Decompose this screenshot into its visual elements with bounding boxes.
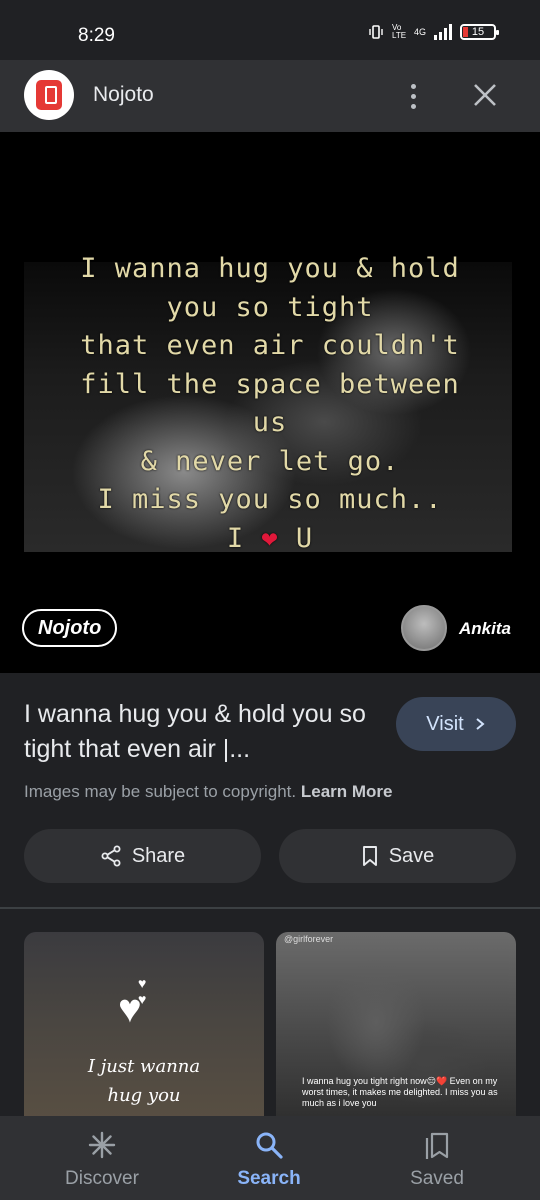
share-icon xyxy=(101,845,121,867)
nav-search-label: Search xyxy=(237,1168,301,1189)
battery-icon: 15 xyxy=(460,24,499,40)
share-button[interactable]: Share xyxy=(24,829,261,883)
nav-search[interactable]: Search xyxy=(204,1128,334,1190)
quote-line: that even air couldn't xyxy=(80,330,460,361)
bottom-navigation: Discover Search Saved xyxy=(0,1116,540,1200)
related-card-tag: @girlforever xyxy=(284,934,334,944)
author-name: Ankita xyxy=(459,619,511,638)
signal-icon xyxy=(434,24,452,40)
site-name[interactable]: Nojoto xyxy=(93,83,154,107)
related-image-card[interactable]: @girlforever I wanna hug you tight right… xyxy=(276,932,516,1132)
close-button[interactable] xyxy=(468,78,502,112)
quote-line: I ❤ U xyxy=(226,522,314,554)
nav-saved-label: Saved xyxy=(410,1168,464,1189)
vibrate-icon xyxy=(369,25,383,39)
quote-line: fill the space between xyxy=(80,368,460,400)
nav-saved[interactable]: Saved xyxy=(372,1128,502,1190)
more-options-button[interactable] xyxy=(396,74,430,118)
battery-level: 15 xyxy=(471,26,485,38)
preview-image[interactable]: I wanna hug you & hold you so tight that… xyxy=(0,132,540,673)
related-card-line: hug you xyxy=(107,1085,181,1106)
related-card-text: I wanna hug you tight right now😔❤️ Even … xyxy=(302,1076,498,1108)
nav-discover[interactable]: Discover xyxy=(37,1128,167,1190)
author-avatar xyxy=(401,605,447,651)
site-logo[interactable] xyxy=(24,70,74,120)
status-time: 8:29 xyxy=(78,25,115,46)
related-card-line: I just wanna xyxy=(87,1056,201,1077)
nav-discover-label: Discover xyxy=(65,1168,139,1189)
image-quote: I wanna hug you & hold you so tight that… xyxy=(0,250,540,558)
copyright-notice: Images may be subject to copyright. Lear… xyxy=(24,782,393,802)
nojoto-watermark: Nojoto xyxy=(22,609,118,647)
bookmark-icon xyxy=(362,846,377,866)
quote-line: us xyxy=(252,407,288,438)
heart-doodle-icon: ♥ ♥ ♥ xyxy=(118,975,147,1031)
save-label: Save xyxy=(388,844,435,867)
quote-line: you so tight xyxy=(166,291,374,323)
related-image-card[interactable]: ♥ ♥ ♥ I just wanna hug you xyxy=(24,932,264,1132)
volte-label: Vo LTE xyxy=(391,23,407,40)
share-label: Share xyxy=(131,844,186,867)
section-divider xyxy=(0,907,540,909)
status-icons: Vo LTE 4G 15 xyxy=(368,23,499,40)
collections-bookmark-icon xyxy=(420,1128,454,1162)
quote-line: & never let go. xyxy=(140,445,400,477)
asterisk-icon xyxy=(85,1128,119,1162)
result-title[interactable]: I wanna hug you & hold you so tight that… xyxy=(24,697,384,767)
chevron-right-icon xyxy=(476,718,485,730)
close-icon xyxy=(474,84,496,106)
quote-line: I wanna hug you & hold xyxy=(80,253,460,284)
related-card-text: I just wanna hug you xyxy=(24,1052,264,1110)
network-label: 4G xyxy=(413,27,426,37)
quote-line: I miss you so much.. xyxy=(97,484,443,515)
source-header: Nojoto xyxy=(0,60,540,132)
visit-label: Visit xyxy=(426,712,464,735)
learn-more-link[interactable]: Learn More xyxy=(301,782,393,801)
search-icon xyxy=(252,1128,286,1162)
status-bar: 8:29 Vo LTE 4G 15 xyxy=(0,0,540,60)
save-button[interactable]: Save xyxy=(279,829,516,883)
visit-button[interactable]: Visit xyxy=(396,697,516,751)
more-vert-icon xyxy=(410,83,416,89)
copyright-text: Images may be subject to copyright. xyxy=(24,782,297,801)
